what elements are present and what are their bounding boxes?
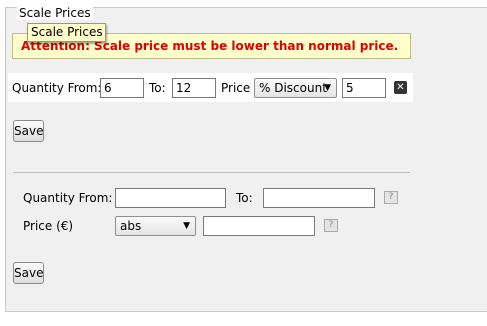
- new-quantity-from-label: Quantity From:: [23, 191, 113, 205]
- dropdown-arrow-icon: ▼: [324, 83, 331, 93]
- close-icon: ✕: [396, 82, 405, 93]
- fieldset-legend: Scale Prices: [17, 6, 93, 20]
- quantity-from-input[interactable]: [100, 78, 144, 98]
- tooltip: Scale Prices: [27, 23, 106, 42]
- to-label: To:: [149, 81, 166, 95]
- new-quantity-from-input[interactable]: [115, 188, 226, 208]
- new-to-label: To:: [236, 191, 253, 205]
- price-input[interactable]: [342, 78, 386, 98]
- new-price-label: Price (€): [23, 219, 74, 233]
- dropdown-arrow-icon: ▼: [183, 221, 190, 231]
- delete-row-button[interactable]: ✕: [394, 81, 407, 94]
- price-type-selected: % Discount: [259, 81, 327, 95]
- new-price-type-selected: abs: [120, 219, 142, 233]
- new-to-input[interactable]: [263, 188, 375, 208]
- new-price-input[interactable]: [203, 216, 315, 236]
- price-label: Price: [221, 81, 251, 95]
- help-icon[interactable]: ?: [324, 219, 338, 232]
- help-icon[interactable]: ?: [384, 191, 398, 204]
- new-price-type-select[interactable]: abs ▼: [115, 216, 196, 236]
- save-new-button[interactable]: Save: [13, 262, 44, 284]
- save-button[interactable]: Save: [13, 120, 44, 142]
- price-type-select[interactable]: % Discount ▼: [254, 78, 337, 98]
- quantity-from-label: Quantity From:: [12, 81, 102, 95]
- to-input[interactable]: [172, 78, 216, 98]
- divider: [13, 172, 410, 173]
